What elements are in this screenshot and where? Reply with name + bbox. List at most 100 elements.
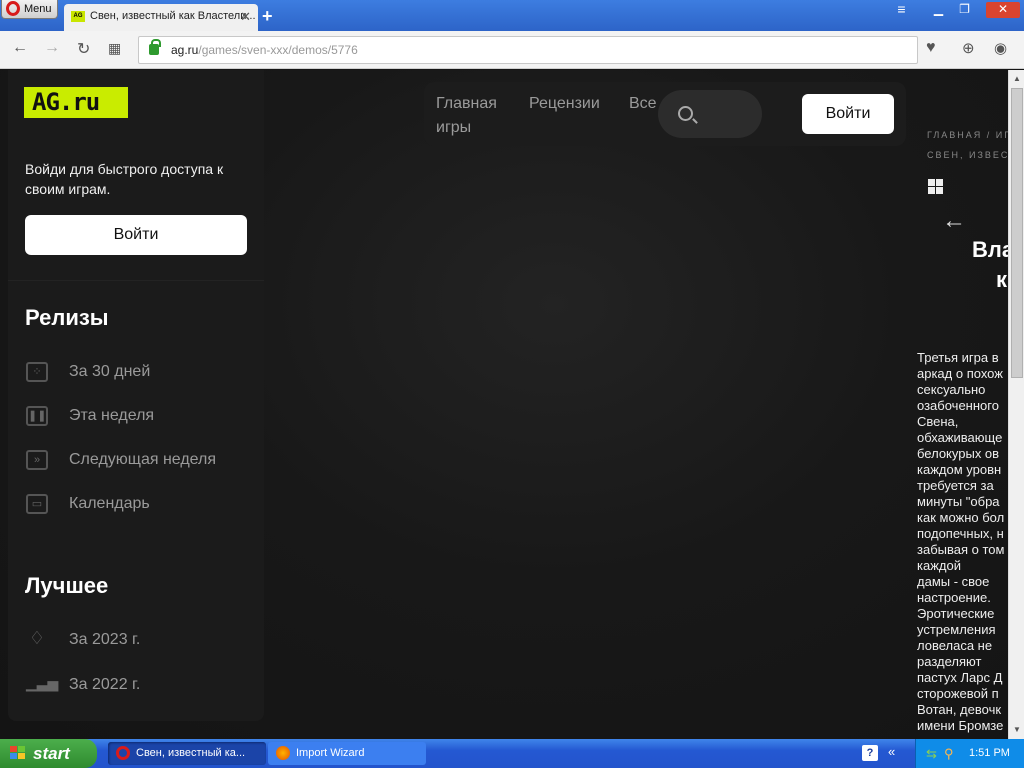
windows-flag-icon <box>10 746 26 761</box>
calendar-icon: ▭ <box>26 494 48 514</box>
close-window-icon[interactable]: ✕ <box>986 2 1020 18</box>
sidebar-item-calendar[interactable]: ▭ Календарь <box>25 492 150 516</box>
game-description: Третья игра в аркад о похож сексуально озаб… <box>917 350 1008 734</box>
description-line: разделяют <box>917 654 982 669</box>
description-line: каждом уровн <box>917 462 1002 477</box>
description-line: сексуально <box>917 382 986 397</box>
description-line: дамы - свое <box>917 574 990 589</box>
taskbar: start Свен, известный ка... Import Wizar… <box>0 739 1024 768</box>
description-line: подопечных, н <box>917 526 1004 541</box>
windows-platform-icon <box>928 179 943 194</box>
sidebar-item-2022[interactable]: ▁▃▅ За 2022 г. <box>25 673 140 697</box>
description-line: минуты "обра <box>917 494 1000 509</box>
tab-active[interactable]: AG Свен, известный как Властели... ✕ <box>64 4 258 31</box>
sidebar-item-label: Эта неделя <box>69 407 155 424</box>
tab-close-icon[interactable]: ✕ <box>240 4 251 29</box>
game-title-line: к <box>996 267 1008 292</box>
breadcrumb: ГЛАВНАЯ / ИГ СВЕН, ИЗВЕС <box>927 125 1008 165</box>
breadcrumb-line[interactable]: ГЛАВНАЯ / ИГ <box>927 125 1008 145</box>
clock: 1:51 PM <box>969 747 1010 759</box>
tab-list-icon[interactable]: ≡ <box>889 2 914 18</box>
game-title-line: Вла <box>972 237 1008 262</box>
nav-link-all[interactable]: Все <box>629 92 657 116</box>
minimize-icon[interactable]: ▁ <box>926 2 951 18</box>
speed-dial-icon[interactable]: ▦ <box>108 40 121 57</box>
search-button[interactable] <box>658 90 762 138</box>
new-tab-icon[interactable]: + <box>262 6 273 27</box>
firefox-icon <box>276 746 290 760</box>
download-icon[interactable]: ⊕ <box>962 39 975 57</box>
url-host: ag.ru <box>171 43 199 57</box>
network-icon[interactable]: ⇆ <box>926 739 937 768</box>
calendar-dots-icon: ⁘ <box>26 362 48 382</box>
help-icon[interactable]: ? <box>862 745 878 761</box>
back-arrow-icon[interactable]: ← <box>942 207 966 235</box>
description-line: пастух Ларс Д <box>917 670 1003 685</box>
nav-login-button[interactable]: Войти <box>802 94 894 134</box>
nav-home-line2: игры <box>436 119 472 136</box>
sidebar-item-label: Календарь <box>69 495 150 512</box>
web-page: AG.ru Войди для быстрого доступа к своим… <box>0 70 1008 739</box>
account-icon[interactable]: ◉ <box>994 39 1007 57</box>
diamond-icon: ♢ <box>28 628 46 648</box>
tray-search-icon[interactable]: ⚲ <box>944 739 954 768</box>
browser-titlebar: Menu AG Свен, известный как Властели... … <box>0 0 1024 31</box>
site-logo[interactable]: AG.ru <box>24 87 128 118</box>
sidebar-item-this-week[interactable]: ❚❚ Эта неделя <box>25 404 154 428</box>
game-title: Вла к <box>972 235 1008 295</box>
top-navigation: Главная игры Рецензии Все Войти <box>424 82 906 146</box>
description-line: Эротические <box>917 606 995 621</box>
nav-link-reviews[interactable]: Рецензии <box>529 92 600 116</box>
taskbar-item-import-wizard[interactable]: Import Wizard <box>268 742 426 765</box>
description-line: озабоченного <box>917 398 999 413</box>
sidebar-divider <box>8 280 264 281</box>
sidebar: AG.ru Войди для быстрого доступа к своим… <box>8 70 264 721</box>
forward-icon[interactable]: → <box>44 39 60 57</box>
sidebar-item-label: Следующая неделя <box>69 451 217 468</box>
description-line: как можно бол <box>917 510 1005 525</box>
address-field[interactable]: ag.ru/games/sven-xxx/demos/5776 <box>138 36 918 64</box>
description-line: Вотан, девочк <box>917 702 1002 717</box>
start-button[interactable]: start <box>0 739 97 768</box>
taskbar-item-opera[interactable]: Свен, известный ка... <box>108 742 266 765</box>
description-line: забывая о том <box>917 542 1005 557</box>
description-line: Третья игра в <box>917 350 999 365</box>
releases-heading: Релизы <box>25 305 109 330</box>
description-line: устремления <box>917 622 996 637</box>
system-tray: ⇆ ⚲ 1:51 PM <box>915 739 1024 768</box>
description-line: Свена, <box>917 414 959 429</box>
sidebar-login-button[interactable]: Войти <box>25 215 247 255</box>
bar-chart-icon: ▁▃▅ <box>26 675 59 691</box>
taskbar-item-label: Свен, известный ка... <box>136 747 246 759</box>
opera-logo-icon <box>6 1 20 16</box>
start-label: start <box>33 744 70 763</box>
browser-navbar: ← → ↻ ▦ ag.ru/games/sven-xxx/demos/5776 … <box>0 31 1024 69</box>
description-line: требуется за <box>917 478 994 493</box>
opera-icon <box>116 746 130 760</box>
expand-tray-icon[interactable]: « <box>888 744 895 759</box>
sidebar-item-label: За 2023 г. <box>69 631 141 648</box>
best-heading: Лучшее <box>25 573 109 598</box>
reload-icon[interactable]: ↻ <box>77 39 90 59</box>
bookmark-heart-icon[interactable]: ♥ <box>926 39 936 57</box>
opera-menu-button[interactable]: Menu <box>1 0 58 19</box>
vertical-scrollbar[interactable]: ▲ ▼ <box>1008 70 1024 739</box>
sidebar-item-label: За 30 дней <box>69 363 151 380</box>
ag-favicon-icon: AG <box>71 11 85 22</box>
url-path: /games/sven-xxx/demos/5776 <box>198 43 358 57</box>
description-line: имени Бромзе <box>917 718 1004 733</box>
secure-lock-icon <box>149 39 161 55</box>
tab-title: Свен, известный как Властели... <box>90 10 256 22</box>
scroll-up-icon[interactable]: ▲ <box>1011 72 1023 86</box>
scroll-thumb[interactable] <box>1011 88 1023 378</box>
nav-link-home[interactable]: Главная игры <box>436 92 497 140</box>
sidebar-item-30-days[interactable]: ⁘ За 30 дней <box>25 360 150 384</box>
sidebar-item-2023[interactable]: ♢ За 2023 г. <box>25 628 140 652</box>
scroll-down-icon[interactable]: ▼ <box>1011 723 1023 737</box>
description-line: аркад о похож <box>917 366 1003 381</box>
sidebar-login-prompt: Войди для быстрого доступа к своим играм… <box>25 161 224 197</box>
description-line: каждой <box>917 558 961 573</box>
maximize-icon[interactable]: ❐ <box>952 2 977 18</box>
sidebar-item-next-week[interactable]: » Следующая неделя <box>25 448 216 472</box>
back-icon[interactable]: ← <box>12 39 28 57</box>
